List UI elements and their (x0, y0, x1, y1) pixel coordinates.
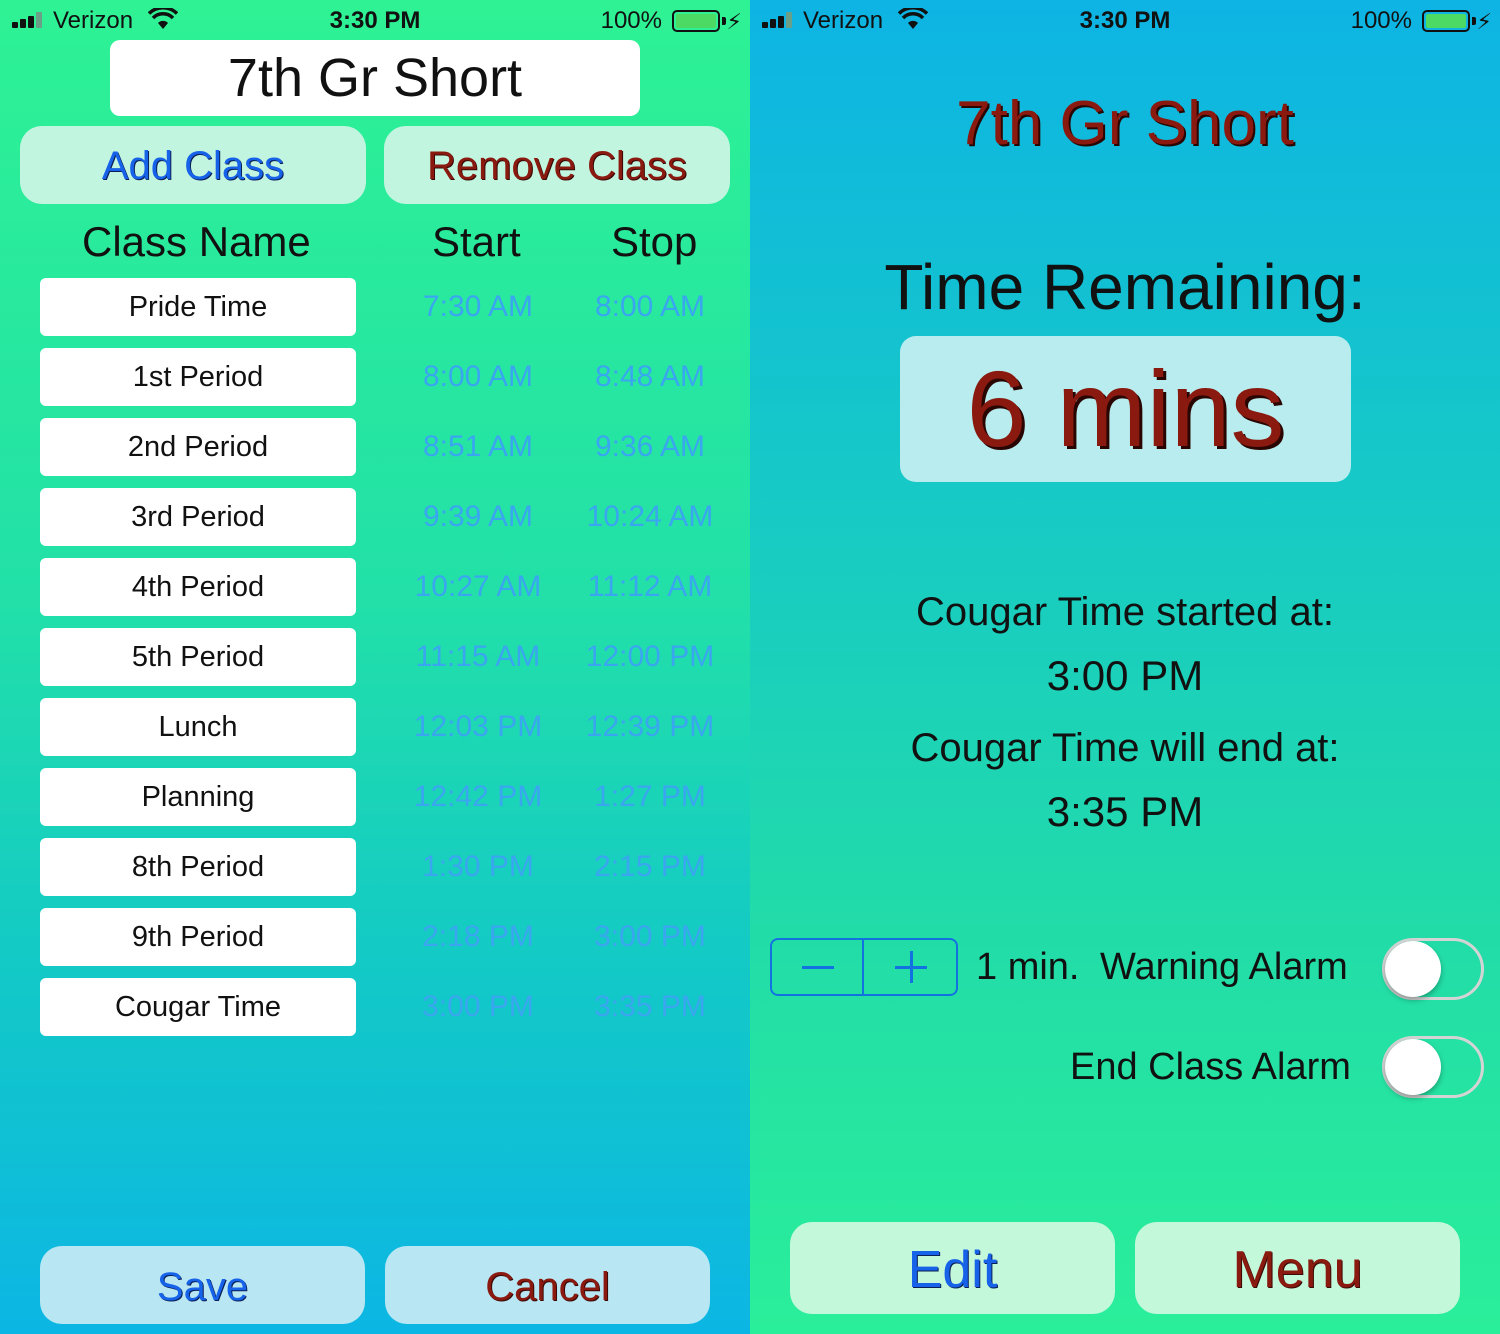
class-row: 8th Period 1:30 PM 2:15 PM (0, 838, 750, 908)
stop-time[interactable]: 11:12 AM (570, 558, 730, 616)
class-name-field[interactable]: Lunch (40, 698, 356, 756)
cancel-button[interactable]: Cancel (385, 1246, 710, 1324)
status-bar: Verizon 3:30 PM 100% ⚡ (750, 0, 1500, 40)
battery-icon (672, 10, 720, 32)
decrement-minus-icon[interactable] (772, 940, 864, 994)
class-row: 1st Period 8:00 AM 8:48 AM (0, 348, 750, 418)
class-name-field[interactable]: Pride Time (40, 278, 356, 336)
battery-percentage: 100% (1350, 7, 1412, 34)
class-row: 5th Period 11:15 AM 12:00 PM (0, 628, 750, 698)
start-time[interactable]: 12:42 PM (398, 768, 558, 826)
warning-alarm-label: Warning Alarm (1100, 946, 1348, 988)
warning-minutes-stepper (770, 938, 958, 996)
add-class-button[interactable]: Add Class (20, 126, 366, 204)
warning-alarm-toggle[interactable] (1382, 938, 1484, 1000)
start-time[interactable]: 8:00 AM (398, 348, 558, 406)
start-time[interactable]: 1:30 PM (398, 838, 558, 896)
start-time[interactable]: 10:27 AM (398, 558, 558, 616)
start-time[interactable]: 7:30 AM (398, 278, 558, 336)
stop-time[interactable]: 10:24 AM (570, 488, 730, 546)
increment-plus-icon[interactable] (865, 940, 957, 994)
end-class-alarm-label: End Class Alarm (1070, 1046, 1351, 1088)
start-time[interactable]: 9:39 AM (398, 488, 558, 546)
save-button[interactable]: Save (40, 1246, 365, 1324)
schedule-title-field[interactable]: 7th Gr Short (110, 40, 640, 116)
class-row: 9th Period 2:18 PM 3:00 PM (0, 908, 750, 978)
start-time[interactable]: 8:51 AM (398, 418, 558, 476)
class-name-field[interactable]: 2nd Period (40, 418, 356, 476)
stop-time[interactable]: 1:27 PM (570, 768, 730, 826)
class-name-header: Class Name (82, 218, 311, 265)
end-time: 3:35 PM (1046, 788, 1204, 835)
class-row: Lunch 12:03 PM 12:39 PM (0, 698, 750, 768)
stop-time[interactable]: 9:36 AM (570, 418, 730, 476)
start-time[interactable]: 3:00 PM (398, 978, 558, 1036)
start-time[interactable]: 2:18 PM (398, 908, 558, 966)
stop-header: Stop (611, 218, 698, 265)
toggle-knob (1385, 941, 1441, 997)
status-bar: Verizon 3:30 PM 100% ⚡ (0, 0, 750, 40)
class-name-field[interactable]: 1st Period (40, 348, 356, 406)
stop-time[interactable]: 3:35 PM (570, 978, 730, 1036)
start-time[interactable]: 12:03 PM (398, 698, 558, 756)
stop-time[interactable]: 2:15 PM (570, 838, 730, 896)
class-name-field[interactable]: Planning (40, 768, 356, 826)
start-header: Start (432, 218, 521, 265)
class-row: 3rd Period 9:39 AM 10:24 AM (0, 488, 750, 558)
started-label: Cougar Time started at: (916, 590, 1334, 634)
time-remaining-value: 6 mins (900, 336, 1351, 482)
timer-screen: Verizon 3:30 PM 100% ⚡ 7th Gr Short Time… (750, 0, 1500, 1334)
warning-minutes-value: 1 min. (976, 946, 1080, 988)
toggle-knob (1385, 1039, 1441, 1095)
class-name-field[interactable]: 8th Period (40, 838, 356, 896)
end-label: Cougar Time will end at: (910, 726, 1340, 770)
start-time[interactable]: 11:15 AM (398, 628, 558, 686)
class-row: Cougar Time 3:00 PM 3:35 PM (0, 978, 750, 1048)
time-remaining-label: Time Remaining: (884, 251, 1366, 323)
stop-time[interactable]: 12:00 PM (570, 628, 730, 686)
class-row: 4th Period 10:27 AM 11:12 AM (0, 558, 750, 628)
menu-button[interactable]: Menu (1135, 1222, 1460, 1314)
edit-button[interactable]: Edit (790, 1222, 1115, 1314)
class-row: 2nd Period 8:51 AM 9:36 AM (0, 418, 750, 488)
schedule-title: 7th Gr Short (956, 89, 1294, 158)
edit-schedule-screen: Verizon 3:30 PM 100% ⚡ 7th Gr Short Add … (0, 0, 750, 1334)
class-name-field[interactable]: 4th Period (40, 558, 356, 616)
class-name-field[interactable]: Cougar Time (40, 978, 356, 1036)
stop-time[interactable]: 3:00 PM (570, 908, 730, 966)
stop-time[interactable]: 12:39 PM (570, 698, 730, 756)
started-time: 3:00 PM (1046, 652, 1204, 699)
class-name-field[interactable]: 5th Period (40, 628, 356, 686)
remove-class-button[interactable]: Remove Class (384, 126, 730, 204)
charging-bolt-icon: ⚡ (726, 9, 742, 34)
charging-bolt-icon: ⚡ (1476, 9, 1492, 34)
stop-time[interactable]: 8:48 AM (570, 348, 730, 406)
battery-tip (722, 17, 726, 25)
class-row: Pride Time 7:30 AM 8:00 AM (0, 278, 750, 348)
class-list: Pride Time 7:30 AM 8:00 AM 1st Period 8:… (0, 278, 750, 1048)
end-class-alarm-toggle[interactable] (1382, 1036, 1484, 1098)
class-name-field[interactable]: 3rd Period (40, 488, 356, 546)
stop-time[interactable]: 8:00 AM (570, 278, 730, 336)
battery-icon (1422, 10, 1470, 32)
class-row: Planning 12:42 PM 1:27 PM (0, 768, 750, 838)
class-name-field[interactable]: 9th Period (40, 908, 356, 966)
battery-tip (1472, 17, 1476, 25)
battery-percentage: 100% (600, 7, 662, 34)
